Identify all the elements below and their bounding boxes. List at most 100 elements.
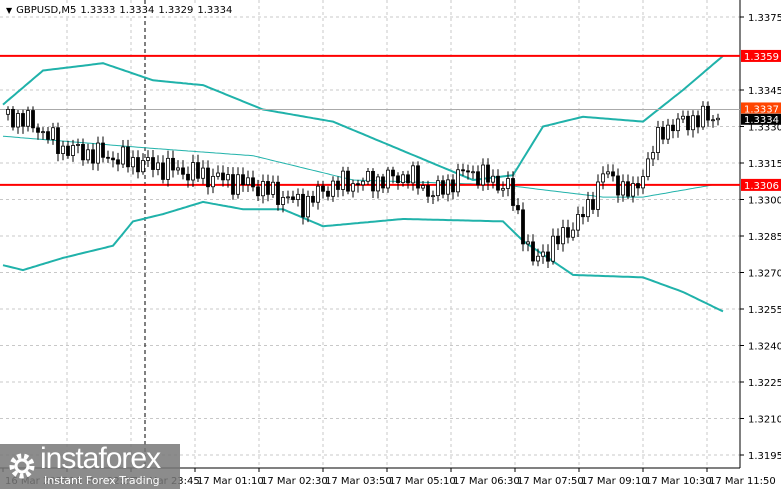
candle-body — [341, 170, 345, 190]
candle-body — [506, 178, 510, 189]
candle-body — [346, 170, 350, 192]
candle-body — [356, 183, 360, 186]
candle-body — [201, 167, 205, 179]
y-tick-label: 1.3255 — [748, 305, 781, 316]
candle-body — [426, 185, 430, 197]
candle-body — [371, 170, 375, 192]
candle-body — [86, 149, 90, 161]
candle-body — [91, 149, 95, 164]
candle-body — [286, 196, 290, 199]
candle-body — [696, 115, 700, 128]
candle-body — [171, 157, 175, 171]
candle-body — [516, 205, 520, 211]
candle-body — [581, 214, 585, 218]
candle-body — [511, 178, 515, 206]
candle-body — [551, 235, 555, 262]
y-tick-label: 1.3270 — [748, 268, 781, 279]
chart-header: ▼ GBPUSD,M5 1.3333 1.3334 1.3329 1.3334 — [6, 5, 235, 16]
candle-body — [386, 169, 390, 189]
candle-body — [466, 170, 470, 173]
candle-body — [461, 169, 465, 172]
candle-body — [446, 179, 450, 195]
candle-body — [691, 115, 695, 131]
high-price: 1.3334 — [119, 5, 155, 16]
candle-body — [661, 127, 665, 140]
candle-body — [541, 251, 545, 257]
candle-body — [646, 158, 650, 177]
candle-body — [681, 115, 685, 120]
candle-body — [276, 181, 280, 205]
candle-body — [606, 171, 610, 175]
open-price: 1.3333 — [80, 5, 116, 16]
candle-body — [521, 209, 525, 245]
y-tick-label: 1.3300 — [748, 195, 781, 206]
candle-body — [41, 131, 45, 134]
candle-body — [61, 145, 65, 154]
candle-body — [236, 174, 240, 195]
x-tick-label: 17 Mar 11:50 — [709, 476, 776, 487]
candle-body — [536, 255, 540, 262]
candle-body — [436, 180, 440, 197]
y-tick-label: 1.3210 — [748, 414, 781, 425]
close-price: 1.3334 — [197, 5, 233, 16]
y-tick-label: 1.3345 — [748, 86, 781, 97]
candle-body — [186, 173, 190, 181]
candle-body — [526, 241, 530, 245]
candle-body — [176, 167, 180, 171]
candle-body — [351, 183, 355, 192]
candle-body — [366, 170, 370, 182]
collapse-triangle-icon[interactable]: ▼ — [6, 6, 12, 15]
candle-body — [686, 115, 690, 131]
candle-body — [196, 162, 200, 179]
candle-body — [106, 156, 110, 159]
candle-body — [81, 144, 85, 161]
candle-body — [141, 160, 145, 173]
candle-body — [306, 195, 310, 218]
candle-body — [6, 108, 10, 115]
candle-body — [271, 181, 275, 195]
candle-body — [261, 181, 265, 197]
candle-body — [191, 162, 195, 181]
y-tick-label: 1.3240 — [748, 341, 781, 352]
candle-body — [291, 196, 295, 200]
candle-body — [56, 127, 60, 154]
candle-body — [281, 196, 285, 205]
candle-body — [666, 124, 670, 140]
candle-body — [51, 127, 55, 140]
candle-body — [101, 142, 105, 158]
candle-body — [121, 146, 125, 165]
candle-body — [146, 157, 150, 161]
candle-body — [556, 235, 560, 245]
candle-body — [421, 185, 425, 189]
level-price-label: 1.3306 — [744, 181, 779, 192]
candle-body — [611, 171, 615, 177]
candle-body — [626, 181, 630, 197]
candle-body — [476, 171, 480, 186]
price-chart[interactable]: 1.33751.33451.33301.33151.33001.32851.32… — [0, 0, 781, 489]
candle-body — [321, 185, 325, 192]
candle-body — [381, 176, 385, 189]
candle-body — [31, 110, 35, 129]
instaforex-logo: instaforex Instant Forex Trading — [0, 442, 180, 489]
candle-body — [416, 165, 420, 189]
gear-icon — [9, 453, 35, 479]
candle-body — [591, 199, 595, 210]
x-tick-label: 17 Mar 06:30 — [453, 476, 520, 487]
candle-body — [116, 159, 120, 165]
x-tick-label: 17 Mar 03:50 — [325, 476, 392, 487]
candle-body — [301, 193, 305, 218]
candle-body — [206, 167, 210, 188]
candle-body — [701, 105, 705, 128]
candle-body — [71, 145, 75, 156]
candle-body — [391, 169, 395, 177]
candle-body — [21, 113, 25, 127]
candle-body — [481, 164, 485, 186]
lower-bollinger-band — [2, 200, 724, 313]
y-tick-label: 1.3285 — [748, 232, 781, 243]
candle-body — [451, 179, 455, 193]
candle-body — [631, 183, 635, 197]
candle-body — [16, 113, 20, 128]
candle-body — [96, 142, 100, 164]
candle-body — [586, 199, 590, 218]
candle-body — [181, 167, 185, 175]
